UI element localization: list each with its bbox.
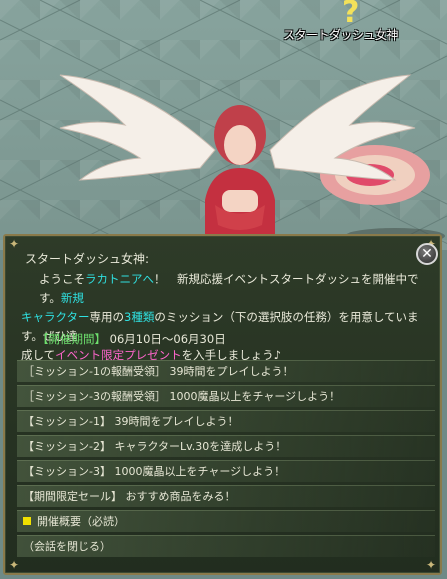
option-label: 開催概要（必読）	[37, 515, 125, 528]
option-label: ［ミッション-3の報酬受領］ 1000魔晶以上をチャージしよう！	[23, 390, 341, 403]
square-bullet-icon	[23, 517, 31, 525]
option-label: 【ミッション-3】 1000魔晶以上をチャージしよう！	[23, 465, 286, 478]
close-icon[interactable]: ✕	[416, 243, 438, 265]
option-label: 【期間限定セール】 おすすめ商品をみる！	[23, 490, 236, 503]
frame-ornament-icon: ✦	[8, 237, 20, 251]
message-highlight: 3種類	[124, 310, 155, 324]
option-event-overview[interactable]: 開催概要（必読）	[17, 510, 435, 532]
option-mission3-reward[interactable]: ［ミッション-3の報酬受領］ 1000魔晶以上をチャージしよう！	[17, 385, 435, 407]
dialog-options: ［ミッション-1の報酬受領］ 39時間をプレイしよう！ ［ミッション-3の報酬受…	[17, 360, 435, 560]
dialog-message: ようこそラカトニアへ！ 新規応援イベントスタートダッシュを開催中です。新規 キャ…	[21, 270, 431, 365]
message-highlight: ラカトニアへ	[85, 272, 154, 286]
frame-ornament-icon: ✦	[425, 558, 437, 572]
option-mission1[interactable]: 【ミッション-1】 39時間をプレイしよう！	[17, 410, 435, 432]
message-text: 専用の	[89, 310, 125, 324]
event-period-label: 【開催期間】	[37, 332, 106, 346]
option-label: 【ミッション-2】 キャラクターLv.30を達成しよう！	[23, 440, 287, 453]
option-mission1-reward[interactable]: ［ミッション-1の報酬受領］ 39時間をプレイしよう！	[17, 360, 435, 382]
frame-ornament-icon: ✦	[8, 558, 20, 572]
message-highlight: 新規	[60, 291, 84, 305]
option-label: （会話を閉じる）	[23, 540, 111, 553]
message-highlight: キャラクター	[21, 310, 90, 324]
npc-name-label: スタートダッシュ女神	[283, 28, 399, 42]
option-close-conversation[interactable]: （会話を閉じる）	[17, 535, 435, 557]
npc-dialog: ✦ ✦ ✦ ✦ ✕ スタートダッシュ女神: ようこそラカトニアへ！ 新規応援イベ…	[3, 234, 442, 575]
option-mission2[interactable]: 【ミッション-2】 キャラクターLv.30を達成しよう！	[17, 435, 435, 457]
dialog-speaker: スタートダッシュ女神:	[25, 252, 150, 266]
option-mission3[interactable]: 【ミッション-3】 1000魔晶以上をチャージしよう！	[17, 460, 435, 482]
option-label: 【ミッション-1】 39時間をプレイしよう！	[23, 415, 239, 428]
game-scene: ? スタートダッシュ女神	[0, 0, 447, 250]
event-period-value: 06月10日～06月30日	[109, 332, 226, 346]
event-period: 【開催期間】 06月10日～06月30日	[37, 331, 226, 347]
option-label: ［ミッション-1の報酬受領］ 39時間をプレイしよう！	[23, 365, 294, 378]
message-text: ようこそ	[39, 272, 85, 286]
option-limited-sale[interactable]: 【期間限定セール】 おすすめ商品をみる！	[17, 485, 435, 507]
